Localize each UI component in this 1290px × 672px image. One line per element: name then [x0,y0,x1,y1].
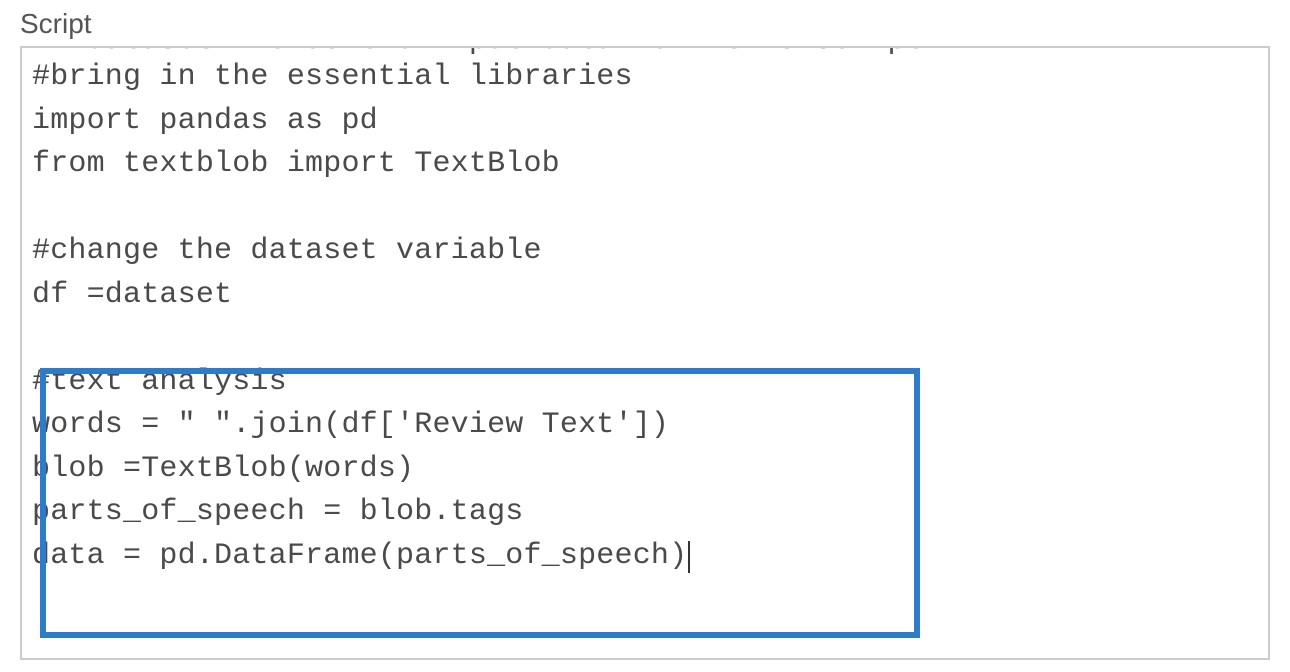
truncated-comment-line: # dataset holds the input data for this … [22,46,1268,56]
code-line-1: #bring in the essential libraries [32,60,633,94]
code-line-11: parts_of_speech = blob.tags [32,495,523,529]
code-line-3: from textblob import TextBlob [32,147,560,181]
section-label: Script [20,8,1270,40]
code-line-2: import pandas as pd [32,104,378,138]
code-line-10: blob =TextBlob(words) [32,452,414,486]
code-line-8: #text analysis [32,365,287,399]
text-cursor [688,541,690,573]
code-text-area[interactable]: #bring in the essential libraries import… [22,56,1268,578]
code-line-9: words = " ".join(df['Review Text']) [32,408,669,442]
script-editor-container: Script # dataset holds the input data fo… [0,0,1290,672]
code-editor[interactable]: # dataset holds the input data for this … [20,46,1270,660]
code-line-6: df =dataset [32,278,232,312]
code-line-12: data = pd.DataFrame(parts_of_speech) [32,539,687,573]
code-line-5: #change the dataset variable [32,234,542,268]
